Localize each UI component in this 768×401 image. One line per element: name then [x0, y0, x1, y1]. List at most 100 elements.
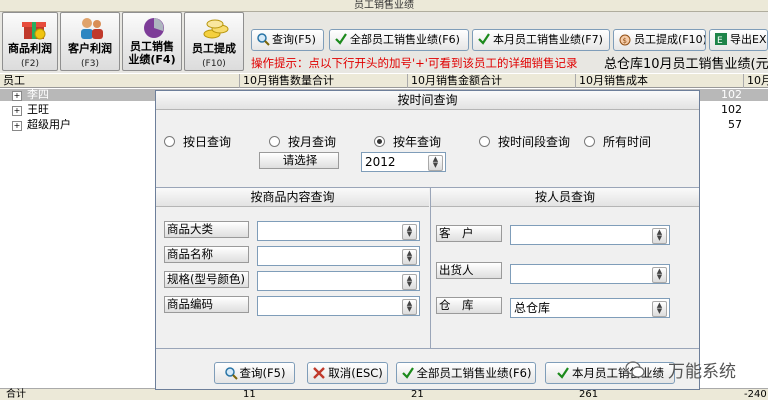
- dialog-cancel-button[interactable]: 取消(ESC): [307, 362, 388, 384]
- radio-by-period[interactable]: 按时间段查询: [479, 133, 570, 150]
- product-code-label: 商品编码: [164, 296, 249, 313]
- staff-commission-label: 员工提成: [192, 42, 236, 55]
- col-header-staff[interactable]: 员工: [0, 74, 240, 88]
- footer-extra: -240: [744, 389, 767, 400]
- toolbar-query-label: 查询(F5): [272, 33, 316, 46]
- toolbar-all-staff-sales-label: 全部员工销售业绩(F6): [350, 33, 460, 46]
- dropdown-arrow-icon[interactable]: ▲ ▼: [402, 249, 417, 265]
- warehouse-select[interactable]: 总仓库 ▲ ▼: [510, 298, 670, 318]
- toolbar-month-staff-sales-label: 本月员工销售业绩(F7): [493, 33, 603, 46]
- toolbar-query-button[interactable]: 查询(F5): [251, 29, 324, 51]
- section-divider: [430, 188, 431, 348]
- dialog-query-button[interactable]: 查询(F5): [214, 362, 295, 384]
- dropdown-arrow-icon[interactable]: ▲ ▼: [402, 299, 417, 315]
- dropdown-arrow-icon[interactable]: ▲ ▼: [652, 301, 667, 317]
- radio-dot-selected: [374, 136, 385, 147]
- radio-dot: [479, 136, 490, 147]
- product-spec-select[interactable]: ▲ ▼: [257, 271, 420, 291]
- product-code-select[interactable]: ▲ ▼: [257, 296, 420, 316]
- dropdown-arrow-icon[interactable]: ▲ ▼: [652, 228, 667, 244]
- divider: [156, 348, 699, 349]
- row-name: 李四: [27, 89, 49, 101]
- toolbar-commission-button[interactable]: $ 员工提成(F10): [613, 29, 706, 51]
- svg-text:$: $: [623, 37, 627, 45]
- expand-icon[interactable]: +: [12, 106, 22, 116]
- people-icon: [81, 18, 103, 39]
- dialog-query-label: 查询(F5): [239, 366, 286, 380]
- staff-commission-button[interactable]: 员工提成 (F10): [184, 12, 244, 71]
- radio-dot: [269, 136, 280, 147]
- dropdown-arrow-icon[interactable]: ▲ ▼: [652, 267, 667, 283]
- staff-sales-button[interactable]: 员工销售 业绩(F4): [122, 12, 182, 71]
- excel-icon: E: [715, 33, 727, 46]
- product-profit-key: (F2): [21, 59, 39, 69]
- row-right-value: 102: [721, 89, 742, 101]
- money-bag-icon: $: [619, 34, 631, 46]
- product-profit-label: 商品利润: [8, 42, 52, 55]
- staff-commission-key: (F10): [202, 59, 226, 69]
- expand-icon[interactable]: +: [12, 121, 22, 131]
- col-header-qty[interactable]: 10月销售数量合计: [240, 74, 408, 88]
- warehouse-label: 仓 库: [436, 297, 502, 314]
- radio-label: 按年查询: [393, 135, 442, 149]
- dropdown-arrow-icon[interactable]: ▲ ▼: [402, 274, 417, 290]
- product-profit-button[interactable]: 商品利润 (F2): [2, 12, 58, 71]
- dialog-month-staff-sales-button[interactable]: 本月员工销售业绩: [545, 362, 675, 384]
- product-name-label: 商品名称: [164, 246, 249, 263]
- footer-label: 合计: [6, 389, 26, 400]
- footer-cost: 261: [579, 389, 599, 400]
- product-category-select[interactable]: ▲ ▼: [257, 221, 420, 241]
- shipper-select[interactable]: ▲ ▼: [510, 264, 670, 284]
- magnifier-icon: [224, 367, 238, 380]
- customer-profit-label: 客户利润: [68, 42, 112, 55]
- toolbar-month-staff-sales-button[interactable]: 本月员工销售业绩(F7): [472, 29, 610, 51]
- customer-select[interactable]: ▲ ▼: [510, 225, 670, 245]
- row-right-value: 102: [721, 104, 742, 116]
- toolbar-export-button[interactable]: E 导出EX: [709, 29, 768, 51]
- row-name: 王旺: [27, 104, 49, 116]
- toolbar-export-label: 导出EX: [730, 33, 767, 46]
- staff-sales-label-2: 业绩(F4): [128, 53, 176, 66]
- radio-by-year[interactable]: 按年查询: [374, 133, 441, 150]
- product-category-label: 商品大类: [164, 221, 249, 238]
- magnifier-icon: [257, 33, 270, 46]
- dropdown-arrow-icon[interactable]: ▲ ▼: [402, 224, 417, 240]
- radio-dot: [584, 136, 595, 147]
- dropdown-arrow-icon[interactable]: ▲ ▼: [428, 155, 443, 171]
- radio-by-day[interactable]: 按日查询: [164, 133, 231, 150]
- check-icon: [401, 367, 414, 379]
- shipper-label: 出货人: [436, 262, 502, 279]
- customer-profit-button[interactable]: 客户利润 (F3): [60, 12, 120, 71]
- report-title: 总仓库10月员工销售业绩(元: [604, 57, 768, 72]
- col-header-amount[interactable]: 10月销售金额合计: [408, 74, 576, 88]
- col-header-extra[interactable]: 10月: [744, 74, 768, 88]
- radio-label: 所有时间: [603, 135, 652, 149]
- staff-sales-label-1: 员工销售: [130, 40, 174, 53]
- radio-dot: [164, 136, 175, 147]
- radio-all-time[interactable]: 所有时间: [584, 133, 651, 150]
- dialog-all-staff-sales-label: 全部员工销售业绩(F6): [416, 366, 532, 380]
- cancel-x-icon: [313, 367, 326, 379]
- check-icon: [335, 33, 347, 45]
- col-header-cost[interactable]: 10月销售成本: [576, 74, 744, 88]
- expand-icon[interactable]: +: [12, 91, 22, 101]
- product-name-select[interactable]: ▲ ▼: [257, 246, 420, 266]
- select-label: 请选择: [259, 152, 339, 169]
- wechat-icon: [625, 361, 645, 378]
- dialog-all-staff-sales-button[interactable]: 全部员工销售业绩(F6): [396, 362, 536, 384]
- footer-amount: 21: [411, 389, 424, 400]
- dialog-month-staff-sales-label: 本月员工销售业绩: [572, 366, 664, 380]
- footer-qty: 11: [243, 389, 256, 400]
- radio-by-month[interactable]: 按月查询: [269, 133, 336, 150]
- toolbar-all-staff-sales-button[interactable]: 全部员工销售业绩(F6): [329, 29, 469, 51]
- year-select[interactable]: 2012 ▲ ▼: [361, 152, 446, 172]
- check-icon: [478, 33, 490, 45]
- row-name: 超级用户: [27, 119, 71, 131]
- window-title: 员工销售业绩: [0, 0, 768, 12]
- product-section-header: 按商品内容查询: [156, 188, 429, 207]
- field-value: 总仓库: [514, 301, 551, 315]
- toolbar-commission-label: 员工提成(F10): [634, 33, 706, 46]
- dialog-cancel-label: 取消(ESC): [328, 366, 383, 380]
- person-section-header: 按人员查询: [431, 188, 699, 207]
- product-spec-label: 规格(型号颜色): [164, 271, 249, 288]
